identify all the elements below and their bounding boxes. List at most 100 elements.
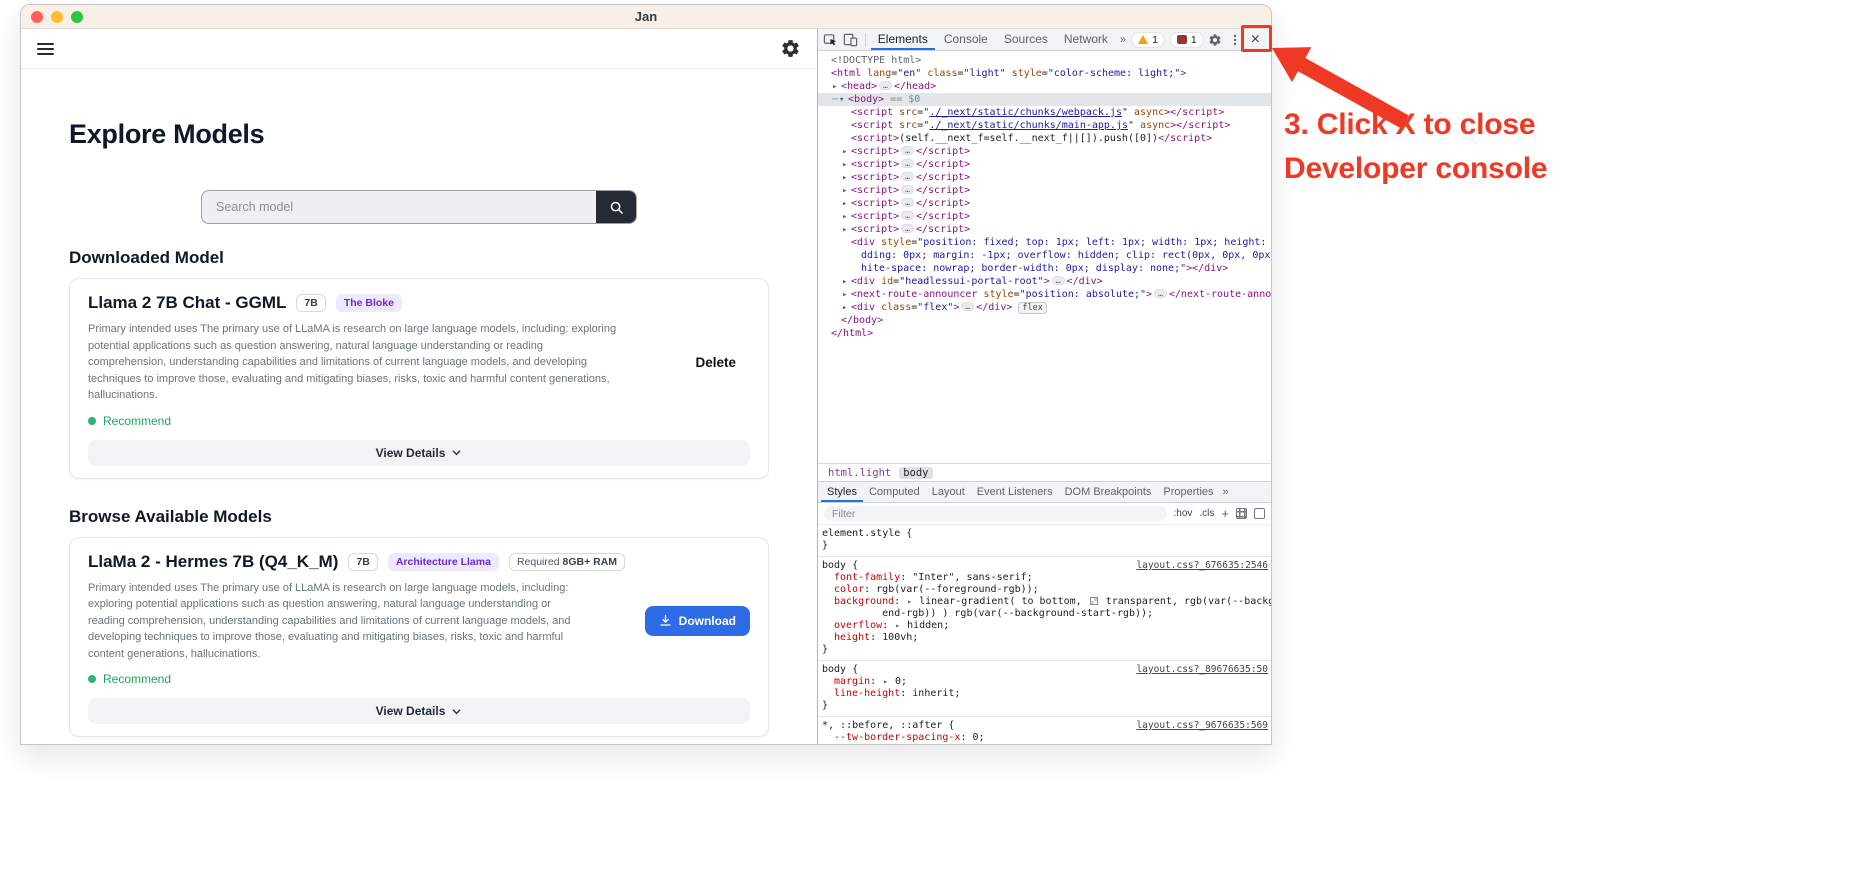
tab-network[interactable]: Network: [1057, 29, 1115, 50]
tab-layout[interactable]: Layout: [926, 482, 971, 502]
more-sidebar-tabs-icon[interactable]: »: [1220, 486, 1232, 498]
model-arch-badge: Architecture Llama: [388, 553, 499, 571]
tab-event-listeners[interactable]: Event Listeners: [971, 482, 1059, 502]
dom-tree-line[interactable]: dding: 0px; margin: -1px; overflow: hidd…: [818, 249, 1271, 262]
dom-tree-line[interactable]: <script src="./_next/static/chunks/main-…: [818, 119, 1271, 132]
model-search-bar: [201, 190, 637, 224]
breadcrumb-html[interactable]: html.light: [824, 467, 895, 479]
styles-filter-row: :hov .cls +: [818, 503, 1271, 525]
zoom-window-button[interactable]: [71, 11, 83, 23]
dom-tree-line[interactable]: ▸<script></script>: [818, 171, 1271, 184]
dom-tree-line[interactable]: ▸<script></script>: [818, 158, 1271, 171]
dom-tree-line[interactable]: <!DOCTYPE html>: [818, 54, 1271, 67]
model-description: Primary intended uses The primary use of…: [88, 580, 588, 663]
ram-required-value: 8GB+ RAM: [562, 556, 617, 568]
recommend-status: Recommend: [88, 414, 750, 428]
dom-tree-line[interactable]: ▸<div class="flex"></div>flex: [818, 301, 1271, 314]
settings-gear-icon[interactable]: [780, 38, 801, 59]
tab-elements[interactable]: Elements: [871, 29, 935, 50]
stylesheet-link[interactable]: layout.css?_89676635:50: [1136, 664, 1268, 676]
annotation-text-line2: Developer console: [1284, 152, 1547, 186]
console-warnings-badge[interactable]: 1: [1131, 32, 1165, 48]
recommend-status: Recommend: [88, 672, 750, 686]
device-toolbar-icon[interactable]: [842, 31, 860, 49]
search-input[interactable]: [202, 191, 596, 223]
dom-tree-line[interactable]: ▸<script></script>: [818, 210, 1271, 223]
issues-badge[interactable]: 1: [1170, 32, 1204, 48]
model-card-downloaded: Llama 2 7B Chat - GGML 7B The Bloke Prim…: [69, 278, 769, 479]
window-body: Explore Models Downloaded Model Llama 2 …: [21, 29, 1271, 745]
hover-state-toggle[interactable]: :hov: [1174, 508, 1193, 519]
hamburger-menu-icon[interactable]: [37, 40, 54, 58]
close-window-button[interactable]: [31, 11, 43, 23]
app-window: Jan Explore Models: [20, 4, 1272, 745]
css-rule[interactable]: *, ::before, ::after {layout.css?_967663…: [818, 717, 1271, 745]
tab-dom-breakpoints[interactable]: DOM Breakpoints: [1059, 482, 1158, 502]
devtools-toolbar: Elements Console Sources Network » 1 1: [818, 29, 1271, 51]
inspect-element-icon[interactable]: [822, 31, 840, 49]
recommend-dot-icon: [88, 417, 96, 425]
minimize-window-button[interactable]: [51, 11, 63, 23]
breadcrumb-body[interactable]: body: [899, 467, 932, 479]
traffic-lights: [31, 11, 83, 23]
chevron-down-icon: [451, 447, 462, 458]
styles-filter-input[interactable]: [824, 506, 1167, 521]
ram-required-label: Required: [517, 556, 560, 568]
window-title: Jan: [21, 9, 1271, 24]
tab-sources[interactable]: Sources: [997, 29, 1055, 50]
grid-overlay-icon[interactable]: [1236, 508, 1247, 519]
toolbar-divider: [865, 33, 866, 47]
recommend-dot-icon: [88, 675, 96, 683]
dom-tree: <!DOCTYPE html> <html lang="en" class="l…: [818, 51, 1271, 463]
model-card-available: LlaMa 2 - Hermes 7B (Q4_K_M) 7B Architec…: [69, 537, 769, 738]
dom-tree-line[interactable]: </html>: [818, 327, 1271, 340]
app-header: [21, 29, 817, 69]
dom-tree-line[interactable]: ▸<div id="headlessui-portal-root"></div>: [818, 275, 1271, 288]
class-toggle[interactable]: .cls: [1199, 508, 1214, 519]
tab-styles[interactable]: Styles: [821, 482, 863, 502]
dom-tree-line[interactable]: ▸<next-route-announcer style="position: …: [818, 288, 1271, 301]
dom-tree-line[interactable]: ▸<script></script>: [818, 184, 1271, 197]
dom-tree-line[interactable]: ▸<head></head>: [818, 80, 1271, 93]
view-details-button[interactable]: View Details: [88, 698, 750, 724]
download-icon: [659, 614, 672, 627]
css-rule[interactable]: body {layout.css?_676635:2546font-family…: [818, 557, 1271, 661]
dom-tree-line[interactable]: <div style="position: fixed; top: 1px; l…: [818, 236, 1271, 249]
more-tabs-icon[interactable]: »: [1117, 34, 1129, 46]
css-rule[interactable]: body {layout.css?_89676635:50margin: ▸ 0…: [818, 661, 1271, 717]
delete-button[interactable]: Delete: [695, 355, 736, 370]
tab-properties[interactable]: Properties: [1157, 482, 1219, 502]
stylesheet-link[interactable]: layout.css?_676635:2546: [1136, 560, 1268, 572]
stylesheet-link[interactable]: layout.css?_9676635:569: [1136, 720, 1268, 732]
dom-breadcrumbs: html.light body: [818, 463, 1271, 481]
app-content: Explore Models Downloaded Model Llama 2 …: [21, 119, 817, 745]
dom-tree-line[interactable]: <html lang="en" class="light" style="col…: [818, 67, 1271, 80]
new-style-rule-button[interactable]: +: [1221, 506, 1229, 521]
styles-rules: element.style {}body {layout.css?_676635…: [818, 525, 1271, 745]
model-title: LlaMa 2 - Hermes 7B (Q4_K_M): [88, 552, 338, 572]
dom-tree-line[interactable]: </body>: [818, 314, 1271, 327]
dom-tree-line[interactable]: ▸<script></script>: [818, 223, 1271, 236]
view-details-button[interactable]: View Details: [88, 440, 750, 466]
dom-tree-line[interactable]: hite-space: nowrap; border-width: 0px; d…: [818, 262, 1271, 275]
css-rule[interactable]: element.style {}: [818, 525, 1271, 557]
dom-tree-line[interactable]: ⋯▾<body> == $0: [818, 93, 1271, 106]
devtools-settings-gear-icon[interactable]: [1206, 31, 1224, 49]
warning-count: 1: [1152, 34, 1158, 46]
devtools-close-button[interactable]: ×: [1246, 32, 1265, 48]
dom-tree-line[interactable]: <script>(self.__next_f=self.__next_f||[]…: [818, 132, 1271, 145]
tab-console[interactable]: Console: [937, 29, 995, 50]
downloaded-section-heading: Downloaded Model: [69, 248, 769, 268]
warning-triangle-icon: [1138, 35, 1148, 44]
dom-tree-line[interactable]: <script src="./_next/static/chunks/webpa…: [818, 106, 1271, 119]
dom-tree-line[interactable]: ▸<script></script>: [818, 145, 1271, 158]
devtools-menu-dots-icon[interactable]: [1226, 31, 1244, 49]
page-title: Explore Models: [69, 119, 769, 150]
model-ram-badge: Required 8GB+ RAM: [509, 553, 625, 571]
download-button[interactable]: Download: [645, 606, 750, 636]
search-button[interactable]: [596, 191, 636, 223]
computed-panel-icon[interactable]: [1254, 508, 1265, 519]
tab-computed[interactable]: Computed: [863, 482, 926, 502]
model-author-badge: The Bloke: [336, 294, 402, 312]
dom-tree-line[interactable]: ▸<script></script>: [818, 197, 1271, 210]
